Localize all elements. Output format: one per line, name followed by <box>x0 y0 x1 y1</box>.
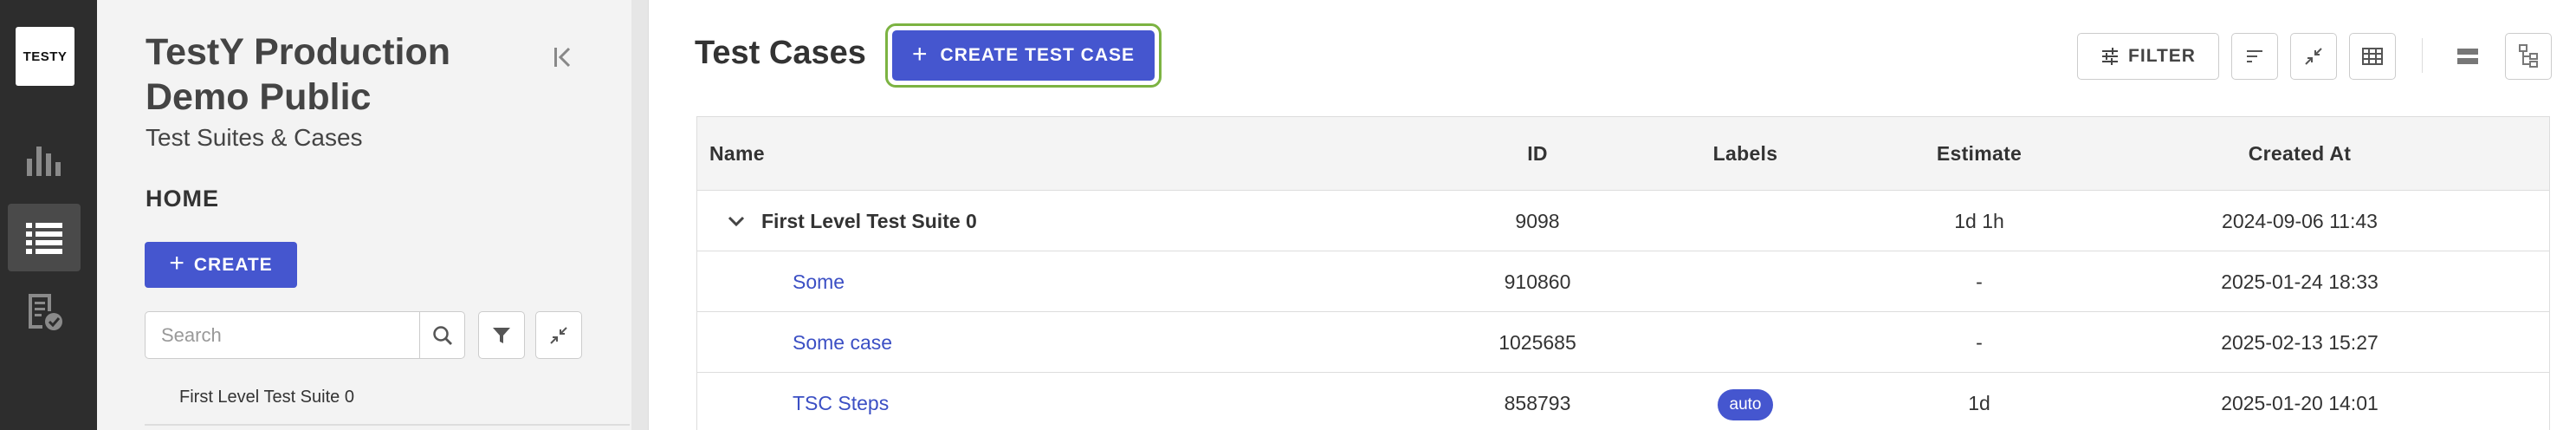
table-header: Name ID Labels Estimate Created At <box>697 117 2549 191</box>
suite-labels <box>1659 191 1832 251</box>
case-id: 858793 <box>1504 392 1571 414</box>
test-cases-table: Name ID Labels Estimate Created At First… <box>696 116 2550 430</box>
list-view-button[interactable] <box>2444 33 2491 80</box>
case-id: 910860 <box>1504 270 1571 293</box>
tree-view-icon <box>2519 44 2538 68</box>
app-logo[interactable]: TESTY <box>16 27 74 86</box>
rail-test-suites-button[interactable] <box>8 204 81 271</box>
collapse-arrows-icon <box>2305 48 2322 65</box>
suite-estimate: 1d 1h <box>1954 210 2004 232</box>
filter-label: FILTER <box>2128 46 2196 66</box>
report-check-icon <box>29 294 62 330</box>
rail-test-plans-button[interactable] <box>8 277 81 345</box>
toolbar-separator <box>2422 38 2423 73</box>
suites-sidebar: TestY Production Demo Public Test Suites… <box>97 0 631 430</box>
suite-row[interactable]: First Level Test Suite 0 9098 1d 1h 2024… <box>697 191 2549 251</box>
search-input[interactable] <box>146 312 419 358</box>
filter-icon <box>493 327 510 343</box>
sliders-icon <box>2102 48 2119 65</box>
case-name-link[interactable]: TSC Steps <box>793 373 889 430</box>
column-header-estimate[interactable]: Estimate <box>1875 117 2083 191</box>
tree-divider <box>145 424 630 426</box>
case-estimate: - <box>1976 331 1983 354</box>
create-test-case-button[interactable]: + CREATE TEST CASE <box>892 30 1155 81</box>
tree-view-button[interactable] <box>2505 33 2552 80</box>
logo-text: TESTY <box>23 49 68 64</box>
column-header-created-at[interactable]: Created At <box>2118 117 2482 191</box>
search-box <box>145 311 465 359</box>
plus-icon: + <box>912 39 929 68</box>
case-labels: auto <box>1659 373 1832 430</box>
sidebar-collapse-all-button[interactable] <box>535 311 582 359</box>
table-columns-button[interactable] <box>2349 33 2396 80</box>
search-icon <box>432 325 452 345</box>
list-view-icon <box>2457 49 2478 64</box>
collapse-arrows-icon <box>550 326 567 344</box>
case-estimate: - <box>1976 270 1983 293</box>
column-header-labels[interactable]: Labels <box>1659 117 1832 191</box>
collapse-left-icon <box>554 47 571 68</box>
case-estimate: 1d <box>1968 392 1990 414</box>
plus-icon: + <box>169 249 185 277</box>
table-row[interactable]: Some case 1025685 - 2025-02-13 15:27 <box>697 312 2549 373</box>
create-button[interactable]: + CREATE <box>145 242 297 288</box>
column-header-name[interactable]: Name <box>709 117 765 191</box>
filter-button[interactable]: FILTER <box>2077 33 2219 80</box>
sort-button[interactable] <box>2231 33 2278 80</box>
page-title: Test Cases <box>695 35 866 71</box>
list-icon <box>26 223 62 254</box>
table-row[interactable]: TSC Steps 858793 auto 1d 2025-01-20 14:0… <box>697 373 2549 430</box>
table-row[interactable]: Some 910860 - 2025-01-24 18:33 <box>697 251 2549 312</box>
sidebar-filter-button[interactable] <box>478 311 525 359</box>
project-title: TestY Production Demo Public <box>146 31 450 118</box>
collapse-all-button[interactable] <box>2290 33 2337 80</box>
create-button-label: CREATE <box>193 254 273 275</box>
case-name-link[interactable]: Some <box>793 251 845 312</box>
collapse-sidebar-button[interactable] <box>546 40 580 75</box>
case-name-link[interactable]: Some case <box>793 312 892 373</box>
sidebar-subtitle: Test Suites & Cases <box>146 124 363 151</box>
rail-analytics-button[interactable] <box>8 125 81 192</box>
label-badge[interactable]: auto <box>1717 388 1774 420</box>
search-button[interactable] <box>419 312 464 358</box>
case-created-at: 2025-01-24 18:33 <box>2221 270 2379 293</box>
sort-icon <box>2247 50 2262 62</box>
suite-name[interactable]: First Level Test Suite 0 <box>761 191 977 251</box>
suite-created-at: 2024-09-06 11:43 <box>2222 210 2378 232</box>
case-id: 1025685 <box>1498 331 1576 354</box>
sidebar-resize-handle[interactable] <box>631 0 649 430</box>
column-header-id[interactable]: ID <box>1442 117 1633 191</box>
create-test-case-label: CREATE TEST CASE <box>940 45 1135 65</box>
case-created-at: 2025-02-13 15:27 <box>2221 331 2379 354</box>
home-link[interactable]: HOME <box>146 186 219 212</box>
suite-id: 9098 <box>1515 210 1560 232</box>
tree-item[interactable]: First Level Test Suite 0 <box>179 388 354 407</box>
chevron-down-icon[interactable] <box>725 210 748 232</box>
bar-chart-icon <box>27 147 61 176</box>
table-icon <box>2362 48 2383 65</box>
icon-rail: TESTY <box>0 0 97 430</box>
case-created-at: 2025-01-20 14:01 <box>2221 392 2379 414</box>
